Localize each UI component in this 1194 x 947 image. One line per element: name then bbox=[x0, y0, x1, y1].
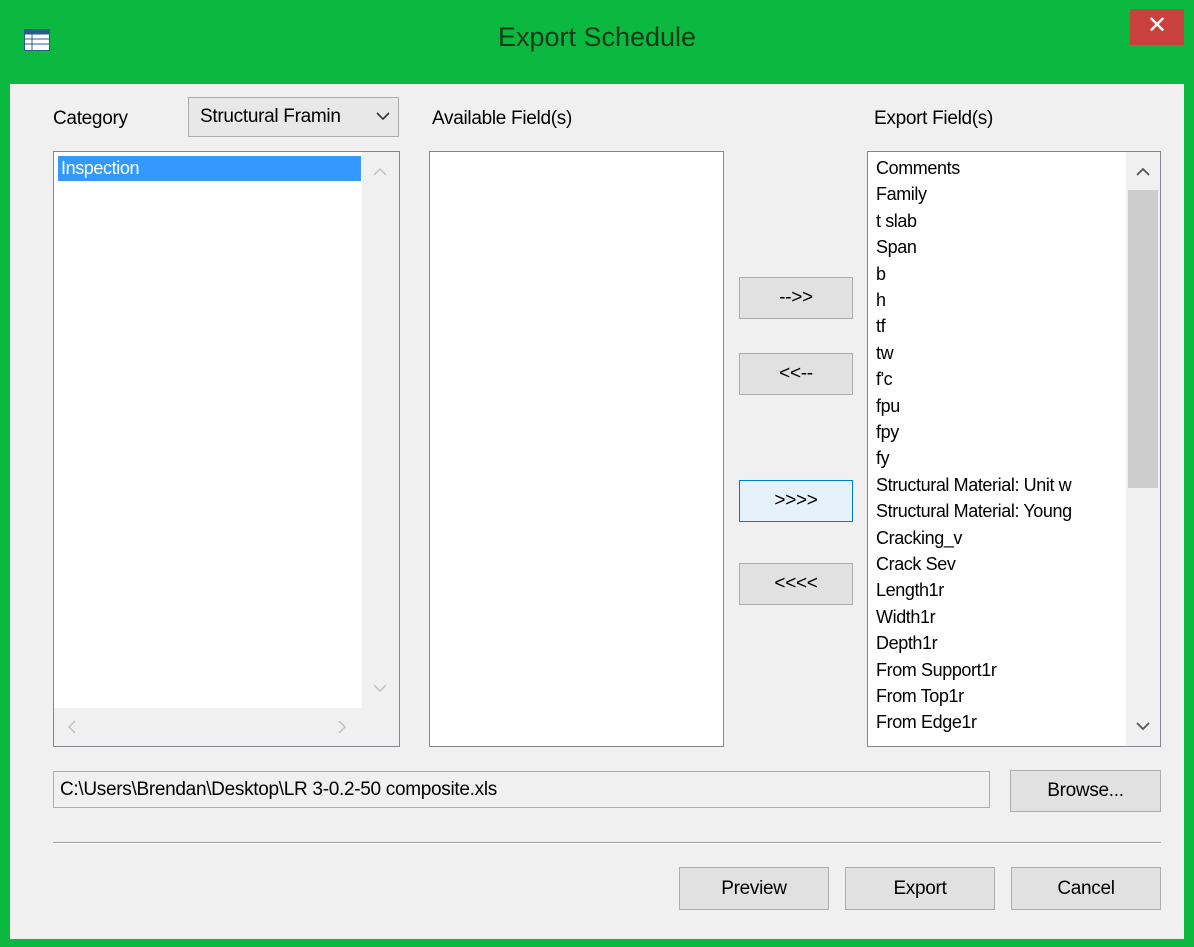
export-field-item[interactable]: Depth1r bbox=[876, 631, 938, 656]
scroll-right-icon[interactable] bbox=[334, 719, 350, 735]
available-fields-label: Available Field(s) bbox=[432, 108, 572, 129]
available-fields-listbox[interactable] bbox=[429, 151, 724, 747]
cancel-label: Cancel bbox=[1057, 878, 1115, 899]
export-field-item[interactable]: Comments bbox=[876, 156, 960, 181]
scroll-down-icon[interactable] bbox=[372, 680, 388, 696]
export-fields-list: Comments Family t slab Span b h tf tw f'c fpu fpy f… bbox=[868, 156, 1126, 746]
add-all-fields-label: >>>> bbox=[774, 490, 818, 511]
category-horizontal-scrollbar[interactable] bbox=[54, 708, 399, 746]
category-listbox[interactable]: Inspection bbox=[53, 151, 400, 747]
export-field-item[interactable]: Structural Material: Young bbox=[876, 499, 1072, 524]
export-field-item[interactable]: tw bbox=[876, 341, 894, 366]
close-icon: ✕ bbox=[1146, 12, 1168, 39]
export-field-item[interactable]: From Edge1r bbox=[876, 710, 977, 735]
separator bbox=[53, 842, 1161, 844]
export-field-item[interactable]: Family bbox=[876, 182, 927, 207]
export-field-item[interactable]: f'c bbox=[876, 367, 893, 392]
export-field-item[interactable]: Width1r bbox=[876, 605, 936, 630]
remove-field-label: <<-- bbox=[779, 363, 813, 384]
export-fields-listbox[interactable]: Comments Family t slab Span b h tf tw f'c fpu fpy f… bbox=[867, 151, 1161, 747]
scroll-up-icon[interactable] bbox=[1135, 164, 1151, 180]
category-selected-value: Structural Framin bbox=[200, 106, 341, 127]
export-fields-label: Export Field(s) bbox=[874, 108, 994, 129]
browse-button[interactable]: Browse... bbox=[1010, 770, 1161, 812]
dialog-client-area: Category Structural Framin Inspection Av… bbox=[10, 84, 1184, 939]
export-field-item[interactable]: Length1r bbox=[876, 578, 944, 603]
export-field-item[interactable]: Cracking_v bbox=[876, 526, 962, 551]
export-field-item[interactable]: b bbox=[876, 262, 886, 287]
export-path-field[interactable]: C:\Users\Brendan\Desktop\LR 3-0.2-50 com… bbox=[53, 771, 990, 808]
preview-label: Preview bbox=[721, 878, 787, 899]
add-all-fields-button[interactable]: >>>> bbox=[739, 480, 853, 522]
export-schedule-window: Export Schedule ✕ Category Structural Fr… bbox=[0, 0, 1194, 947]
scrollbar-thumb[interactable] bbox=[1128, 190, 1158, 488]
close-button[interactable]: ✕ bbox=[1130, 9, 1184, 45]
export-field-item[interactable]: From Support1r bbox=[876, 658, 997, 683]
export-field-item[interactable]: Span bbox=[876, 235, 917, 260]
export-label: Export bbox=[893, 878, 947, 899]
export-field-item[interactable]: Structural Material: Unit w bbox=[876, 473, 1072, 498]
export-path-value: C:\Users\Brendan\Desktop\LR 3-0.2-50 com… bbox=[60, 779, 497, 800]
scroll-left-icon[interactable] bbox=[64, 719, 80, 735]
scroll-down-icon[interactable] bbox=[1135, 718, 1151, 734]
browse-label: Browse... bbox=[1047, 780, 1124, 801]
remove-field-button[interactable]: <<-- bbox=[739, 353, 853, 395]
chevron-down-icon bbox=[376, 112, 390, 121]
export-field-item[interactable]: h bbox=[876, 288, 886, 313]
add-field-button[interactable]: -->> bbox=[739, 277, 853, 319]
category-label: Category bbox=[53, 108, 128, 129]
add-field-label: -->> bbox=[779, 287, 813, 308]
preview-button[interactable]: Preview bbox=[679, 867, 829, 910]
export-field-item[interactable]: t slab bbox=[876, 209, 917, 234]
export-field-item[interactable]: From Top1r bbox=[876, 684, 964, 709]
cancel-button[interactable]: Cancel bbox=[1011, 867, 1161, 910]
title-bar[interactable]: Export Schedule ✕ bbox=[0, 0, 1194, 84]
remove-all-fields-label: <<<< bbox=[774, 573, 818, 594]
export-field-item[interactable]: Crack Sev bbox=[876, 552, 956, 577]
export-field-item[interactable]: fpu bbox=[876, 394, 900, 419]
export-field-item[interactable]: fy bbox=[876, 446, 890, 471]
remove-all-fields-button[interactable]: <<<< bbox=[739, 563, 853, 605]
export-button[interactable]: Export bbox=[845, 867, 995, 910]
category-item-inspection[interactable]: Inspection bbox=[58, 156, 361, 181]
export-fields-vertical-scrollbar[interactable] bbox=[1126, 152, 1160, 746]
category-combobox[interactable]: Structural Framin bbox=[188, 97, 399, 137]
category-vertical-scrollbar[interactable] bbox=[362, 152, 399, 708]
export-field-item[interactable]: tf bbox=[876, 314, 886, 339]
export-field-item[interactable]: fpy bbox=[876, 420, 899, 445]
window-title: Export Schedule bbox=[497, 22, 697, 52]
scroll-up-icon[interactable] bbox=[372, 164, 388, 180]
